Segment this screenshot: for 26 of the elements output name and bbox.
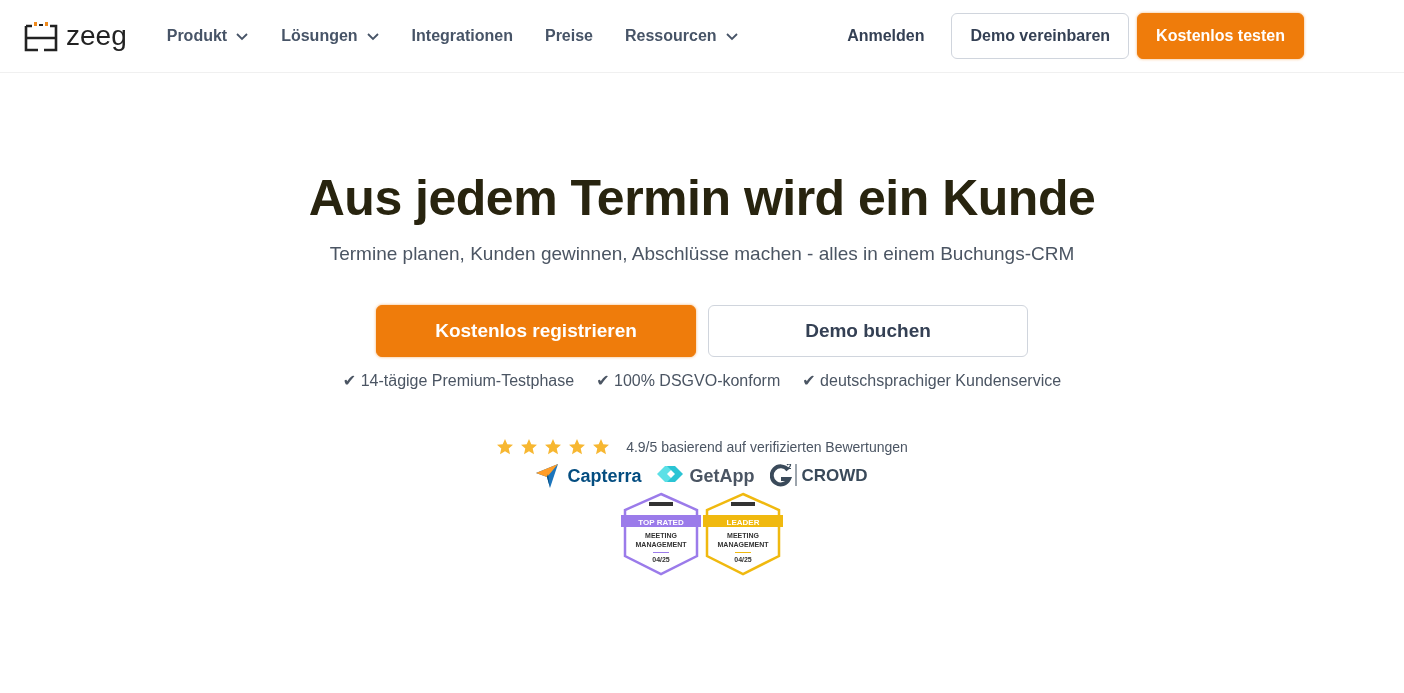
nav-link[interactable]: Preise [544, 27, 593, 45]
hero-subtitle: Termine planen, Kunden gewinnen, Abschlüsse machen - alles in einem Buchungs-CRM [329, 243, 1075, 265]
star-icon [544, 438, 563, 456]
calendar-icon [24, 20, 58, 52]
login-link[interactable]: Anmelden [847, 27, 925, 45]
review-site-name: GetApp [689, 465, 755, 487]
cta-button[interactable]: Demo buchen [708, 305, 1028, 357]
nav-link[interactable]: Integrationen [411, 27, 513, 45]
nav-link[interactable]: Ressourcen [625, 27, 739, 45]
g2-logo-icon [770, 464, 798, 488]
nav-link[interactable]: Lösungen [281, 27, 380, 45]
rating-text: 4.9/5 basierend auf verifizierten Bewertungen [626, 439, 908, 455]
logo-link[interactable]: zeeg [24, 20, 127, 52]
feature-text: ✔ deutschsprachiger Kundenservice [802, 371, 1062, 390]
logo-text: zeeg [66, 20, 127, 52]
header-button[interactable]: Demo vereinbaren [951, 13, 1130, 59]
feature-text: ✔ 14-tägige Premium-Testphase [342, 371, 575, 390]
nav-link[interactable]: Produkt [166, 27, 250, 45]
star-icon [520, 438, 539, 456]
review-site-name: CROWD [801, 466, 868, 486]
hero-title: Aus jedem Termin wird ein Kunde [308, 169, 1096, 227]
feature-text: ✔ 100% DSGVO-konform [596, 371, 781, 390]
star-icon [496, 438, 515, 456]
star-icon [568, 438, 587, 456]
star-icon [592, 438, 611, 456]
review-site-name: Capterra [567, 465, 642, 487]
